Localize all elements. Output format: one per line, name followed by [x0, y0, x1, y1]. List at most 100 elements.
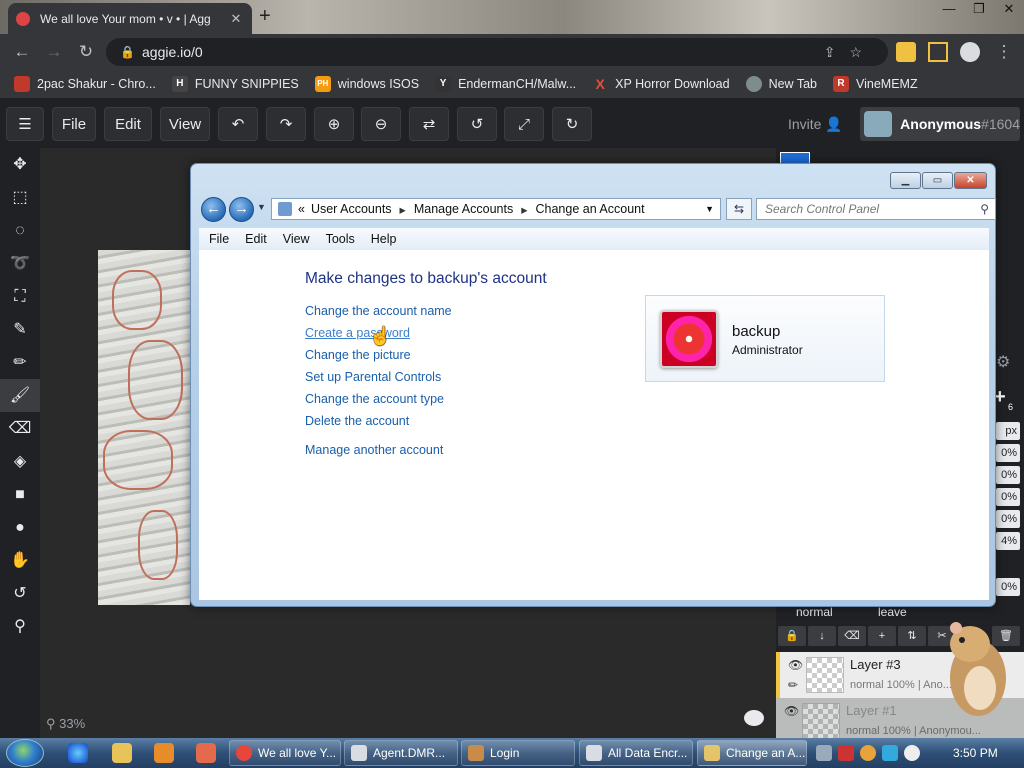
search-input[interactable]: Search Control Panel ⚲ — [756, 198, 996, 220]
lock-layer-icon[interactable]: 🔒 — [778, 626, 806, 646]
flip-icon[interactable]: ⇄ — [409, 107, 449, 141]
tray-icon[interactable] — [816, 745, 832, 761]
user-badge[interactable]: Anonymous #1604 — [860, 107, 1020, 141]
jitter-field[interactable]: 4% — [996, 532, 1020, 550]
breadcrumb-separator-icon[interactable]: ▸ — [400, 202, 406, 217]
back-arrow-icon[interactable]: ← — [10, 40, 34, 64]
pencil-icon[interactable]: ✏ — [0, 346, 40, 379]
breadcrumb-item[interactable]: Change an Account — [535, 202, 644, 216]
hardness-field[interactable]: 0% — [996, 488, 1020, 506]
spacing-field[interactable]: 0% — [996, 510, 1020, 528]
size-field[interactable]: px — [996, 422, 1020, 440]
change-name-link[interactable]: Change the account name — [305, 304, 452, 318]
hamburger-menu-icon[interactable]: ☰ — [6, 107, 44, 141]
file-menu-button[interactable]: File — [52, 107, 96, 141]
lasso-icon[interactable]: ➰ — [0, 247, 40, 280]
magnifier-icon[interactable]: ⚲ — [0, 610, 40, 643]
media-player-icon[interactable] — [154, 743, 174, 763]
rotate-right-icon[interactable]: ↻ — [552, 107, 592, 141]
forward-arrow-icon[interactable]: → — [229, 197, 254, 222]
eyedropper-icon[interactable]: ✎ — [0, 313, 40, 346]
parental-controls-link[interactable]: Set up Parental Controls — [305, 370, 441, 384]
ellipse-icon[interactable]: ● — [0, 511, 40, 544]
zoom-in-icon[interactable]: ⊕ — [314, 107, 354, 141]
menu-help[interactable]: Help — [371, 232, 397, 246]
clear-layer-icon[interactable]: ⌫ — [838, 626, 866, 646]
tray-icon[interactable] — [860, 745, 876, 761]
fullscreen-icon[interactable]: ⤢ — [504, 107, 544, 141]
bookmark-item[interactable]: New Tab — [745, 76, 817, 92]
taskbar-button[interactable]: We all love Y... — [229, 740, 341, 766]
settings-gear-icon[interactable]: ⚙ — [996, 352, 1010, 372]
ellipse-select-icon[interactable]: ◌ — [0, 214, 40, 247]
kebab-menu-icon[interactable]: ⋮ — [992, 40, 1016, 64]
merge-down-icon[interactable]: ↓ — [808, 626, 836, 646]
eye-icon[interactable]: 👁 — [784, 704, 799, 718]
browser-tab[interactable]: We all love Your mom • v • | Agg ✕ — [8, 3, 252, 34]
taskbar-button[interactable]: Change an A... — [697, 740, 807, 766]
minimize-icon[interactable]: ▁ — [890, 172, 921, 189]
bookmark-item[interactable]: PH windows ISOS — [314, 76, 419, 92]
start-orb-icon[interactable] — [6, 739, 44, 767]
edit-menu-button[interactable]: Edit — [104, 107, 152, 141]
opacity-field[interactable]: 0% — [996, 444, 1020, 462]
url-field[interactable]: 🔒 aggie.io/0 ⇪☆ — [106, 38, 888, 66]
blend-mode-select[interactable]: normal — [796, 605, 833, 619]
bookmark-item[interactable]: R VineMEMZ — [833, 76, 918, 92]
add-layer-icon[interactable]: + — [868, 626, 896, 646]
rectangle-icon[interactable]: ■ — [0, 478, 40, 511]
tray-icon[interactable] — [882, 745, 898, 761]
rect-select-icon[interactable]: ⬚ — [0, 181, 40, 214]
bookmark-item[interactable]: X XP Horror Download — [592, 76, 730, 92]
move-tool-icon[interactable]: ✥ — [0, 148, 40, 181]
undo-icon[interactable]: ↶ — [218, 107, 258, 141]
refresh-icon[interactable]: ⇆ — [726, 198, 752, 220]
layer-opacity-field[interactable]: 0% — [996, 578, 1020, 596]
ie-icon[interactable] — [68, 743, 88, 763]
clock[interactable]: 3:50 PM — [953, 746, 998, 760]
share-star-icons[interactable]: ⇪☆ — [824, 38, 876, 66]
new-tab-button[interactable]: + — [259, 6, 271, 26]
brush-icon[interactable]: 🖌 — [0, 379, 40, 412]
maximize-icon[interactable]: ▭ — [922, 172, 953, 189]
taskbar-button[interactable]: Login — [461, 740, 575, 766]
breadcrumb[interactable]: « User Accounts ▸ Manage Accounts ▸ Change… — [271, 198, 721, 220]
change-picture-link[interactable]: Change the picture — [305, 348, 411, 362]
transform-icon[interactable]: ⛶ — [0, 280, 40, 313]
eye-icon[interactable]: 👁 — [788, 658, 803, 672]
search-icon[interactable]: ⚲ — [980, 199, 989, 219]
hand-icon[interactable]: ✋ — [0, 544, 40, 577]
rotate-view-icon[interactable]: ↺ — [0, 577, 40, 610]
delete-account-link[interactable]: Delete the account — [305, 414, 409, 428]
breadcrumb-item[interactable]: User Accounts — [311, 202, 392, 216]
restore-icon[interactable]: ❐ — [964, 0, 994, 20]
zoom-out-icon[interactable]: ⊖ — [361, 107, 401, 141]
close-icon[interactable]: ✕ — [954, 172, 987, 189]
back-arrow-icon[interactable]: ← — [201, 197, 226, 222]
menu-file[interactable]: File — [209, 232, 229, 246]
address-dropdown-icon[interactable]: ▼ — [705, 204, 714, 214]
bookmark-item[interactable]: Y EndermanCH/Malw... — [435, 76, 576, 92]
forward-arrow-icon[interactable]: → — [42, 40, 66, 64]
paint-bucket-icon[interactable]: ◈ — [0, 445, 40, 478]
tray-icon[interactable] — [904, 745, 920, 761]
invite-button[interactable]: Invite 👤 — [788, 116, 843, 133]
change-type-link[interactable]: Change the account type — [305, 392, 444, 406]
menu-tools[interactable]: Tools — [326, 232, 355, 246]
app-icon[interactable] — [196, 743, 216, 763]
flow-field[interactable]: 0% — [996, 466, 1020, 484]
bookmark-item[interactable]: 2pac Shakur - Chro... — [14, 76, 156, 92]
create-password-link[interactable]: Create a password — [305, 326, 410, 340]
tray-icon[interactable] — [838, 745, 854, 761]
close-icon[interactable]: ✕ — [994, 0, 1024, 20]
minimize-icon[interactable]: — — [934, 0, 964, 20]
tab-close-icon[interactable]: ✕ — [228, 11, 244, 27]
move-layer-icon[interactable]: ⇅ — [898, 626, 926, 646]
view-menu-button[interactable]: View — [160, 107, 210, 141]
chat-bubble-icon[interactable] — [744, 710, 764, 726]
history-dropdown-icon[interactable]: ▼ — [257, 202, 266, 212]
rotate-left-icon[interactable]: ↺ — [457, 107, 497, 141]
extensions-puzzle-icon[interactable] — [896, 42, 916, 62]
taskbar-button[interactable]: All Data Encr... — [579, 740, 693, 766]
menu-view[interactable]: View — [283, 232, 310, 246]
